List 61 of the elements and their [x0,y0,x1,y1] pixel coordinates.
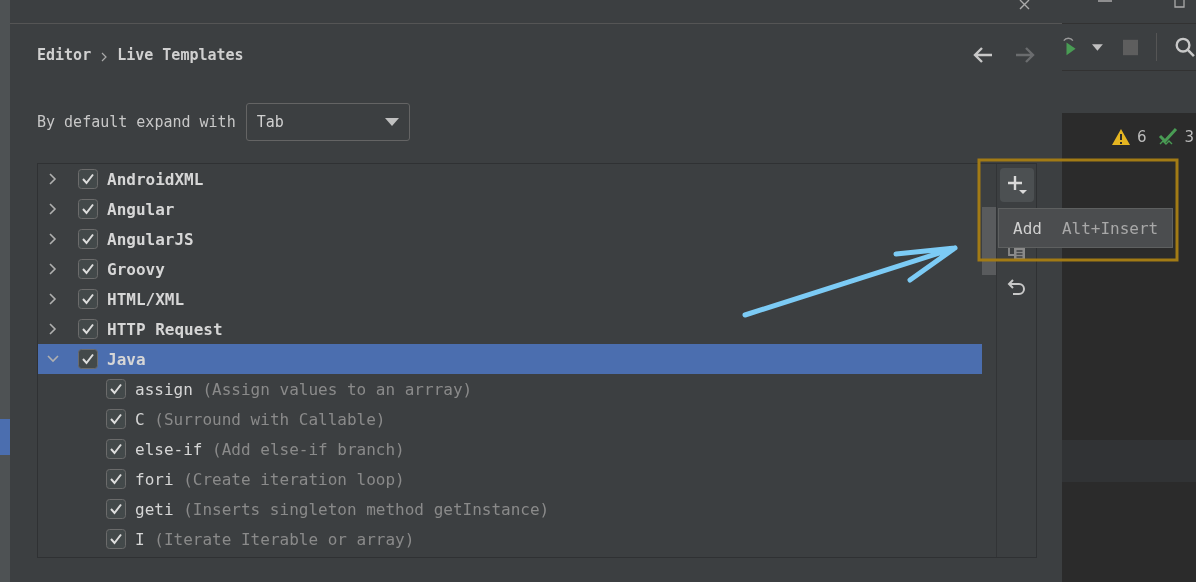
template-group-row[interactable]: Groovy [38,254,982,284]
group-name: HTML/XML [107,289,185,309]
group-name: AngularJS [107,229,194,249]
minimize-icon[interactable] [1098,0,1112,4]
undo-icon [1005,276,1028,298]
template-group-row[interactable]: AngularJS [38,224,982,254]
group-name: Angular [107,199,175,219]
breadcrumb-item[interactable]: Editor [37,46,92,64]
template-abbreviation: I [135,529,145,549]
chevron-right-icon [101,52,108,62]
template-description: (Iterate Iterable or array) [154,529,415,549]
checkbox[interactable] [106,439,126,459]
check-icon[interactable] [1158,127,1179,147]
checkbox[interactable] [78,169,98,189]
add-button[interactable] [999,168,1034,202]
shortcut-text: Alt+Insert [1061,218,1159,238]
template-group-row[interactable]: Angular [38,194,982,224]
back-arrow-icon[interactable] [971,45,995,65]
breadcrumb-item[interactable]: Live Templates [117,46,244,64]
template-description: (Assign values to an arrray) [202,379,473,399]
checkbox[interactable] [78,319,98,339]
template-description: (Create iteration loop) [183,469,405,489]
template-group-row[interactable]: AndroidXML [38,164,982,194]
close-icon[interactable] [1018,0,1032,10]
tooltip-label: Add [1013,218,1042,238]
warning-icon[interactable] [1110,128,1131,146]
template-abbreviation: assign [135,379,193,399]
checkbox[interactable] [78,229,98,249]
group-name: Groovy [107,259,165,279]
sidebar-selection [0,419,10,455]
check-count: 3 [1184,128,1194,146]
template-group-row[interactable]: HTML/XML [38,284,982,314]
restore-icon[interactable] [1174,0,1186,8]
checkbox[interactable] [106,469,126,489]
expand-label: By default expand with [37,113,236,131]
dropdown-caret-icon [384,118,399,126]
checkbox[interactable] [78,199,98,219]
template-abbreviation: else-if [135,439,203,459]
template-description: (Add else-if branch) [212,439,405,459]
group-name: Java [107,349,146,369]
template-abbreviation: fori [135,469,174,489]
template-description: (Inserts singleton method getInstance) [183,499,550,519]
checkbox[interactable] [106,529,126,549]
checkbox[interactable] [106,409,126,429]
dropdown-caret-icon[interactable] [1092,43,1103,51]
template-group-row[interactable]: HTTP Request [38,314,982,344]
scrollbar-thumb[interactable] [982,207,996,275]
template-abbreviation: C [135,409,145,429]
template-description: (Surround with Callable) [154,409,386,429]
template-abbreviation: geti [135,499,174,519]
expand-dropdown[interactable]: Tab [245,103,410,141]
group-name: HTTP Request [107,319,223,339]
checkbox[interactable] [106,379,126,399]
group-name: AndroidXML [107,169,204,189]
warning-count: 6 [1136,128,1147,146]
checkbox[interactable] [78,289,98,309]
checkbox[interactable] [78,259,98,279]
checkbox[interactable] [106,499,126,519]
plus-icon [1005,174,1028,196]
checkbox[interactable] [78,349,98,369]
search-icon[interactable] [1174,35,1196,59]
